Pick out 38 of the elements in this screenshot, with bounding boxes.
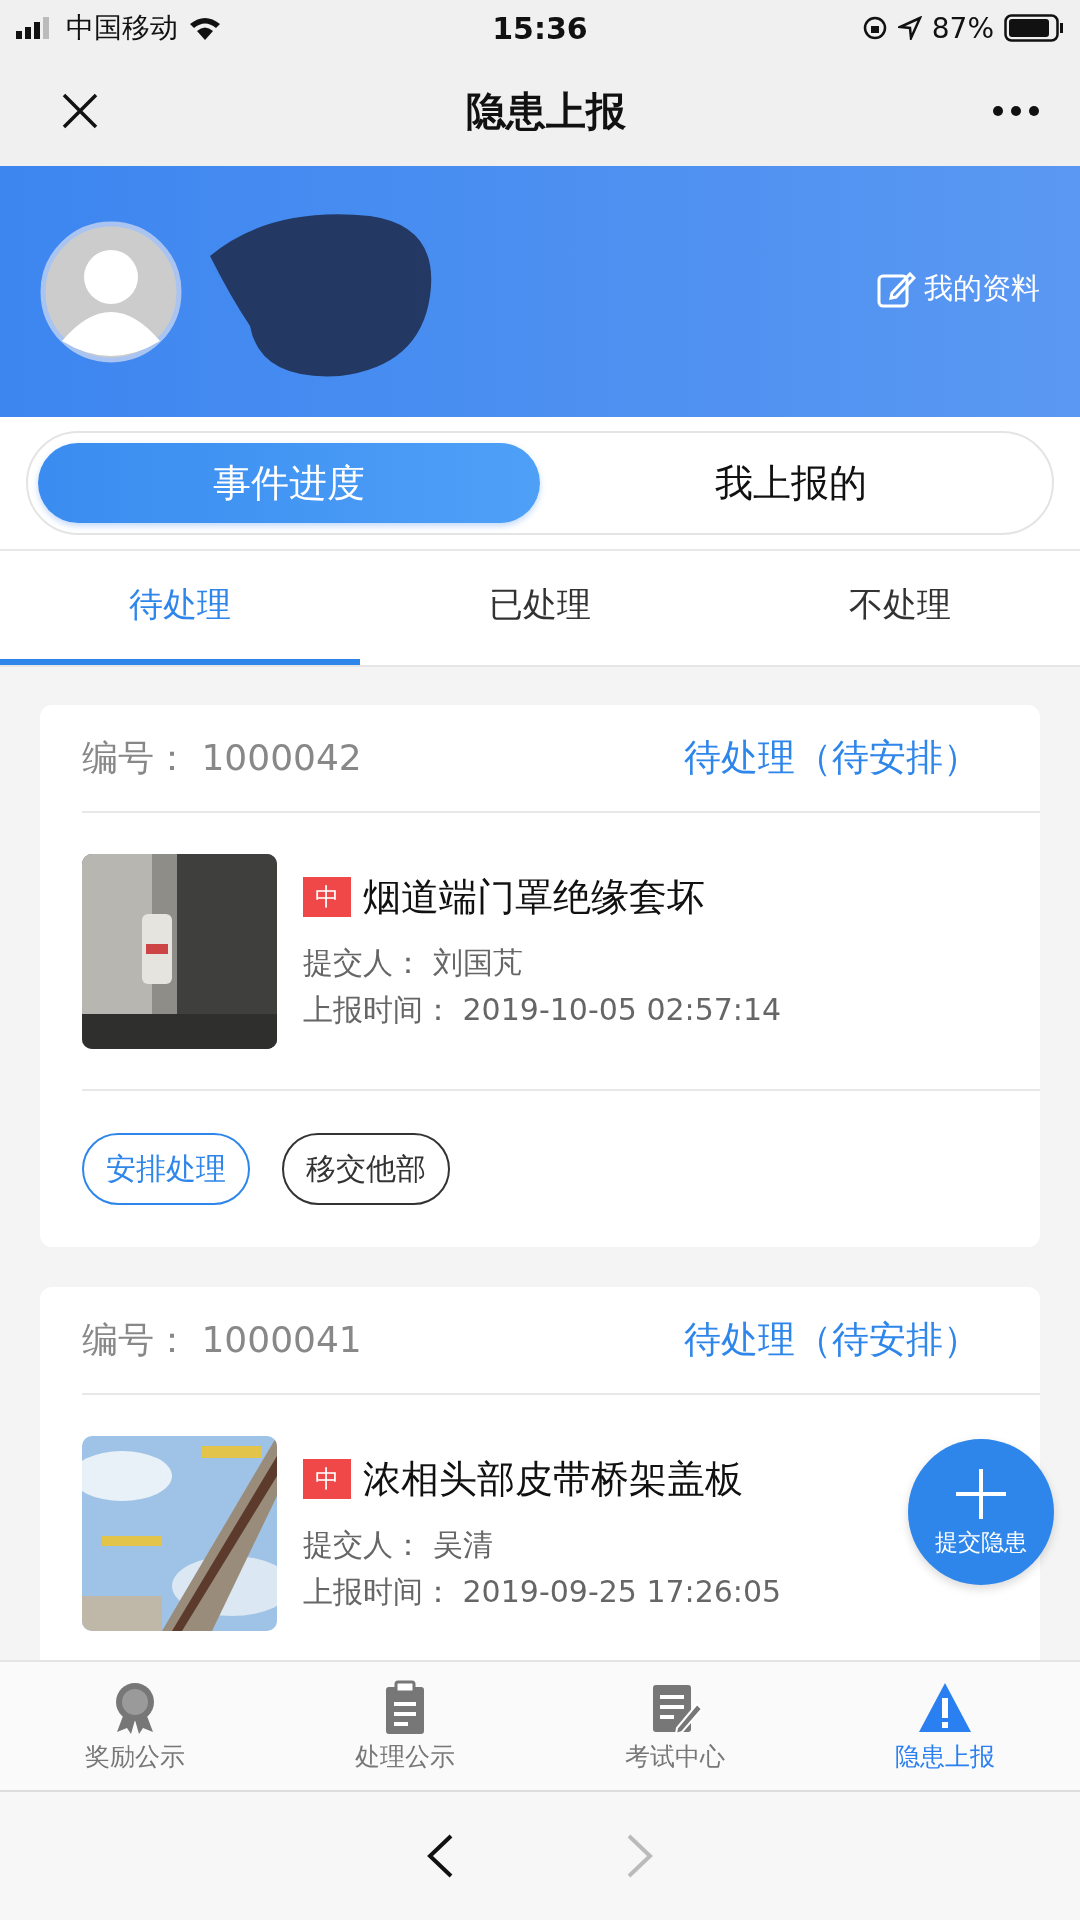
report-time: 上报时间： 2019-09-25 17:26:05 (303, 1572, 782, 1611)
report-status: 待处理（待安排） (684, 1317, 980, 1363)
severity-badge: 中 (303, 1459, 351, 1499)
severity-badge: 中 (303, 877, 351, 917)
report-number: 编号： 1000042 (82, 735, 362, 780)
my-profile-link[interactable]: 我的资料 (876, 269, 1040, 309)
bottom-nav-item[interactable]: 隐患上报 (810, 1662, 1080, 1790)
report-time: 上报时间： 2019-10-05 02:57:14 (303, 990, 782, 1029)
carrier-name: 中国移动 (66, 10, 178, 46)
status-tab[interactable]: 待处理 (0, 551, 360, 665)
page-title: 隐患上报 (466, 86, 626, 136)
bottom-nav-item[interactable]: 奖励公示 (0, 1662, 270, 1790)
back-button[interactable] (425, 1833, 455, 1879)
wifi-icon (188, 16, 222, 40)
report-status: 待处理（待安排） (684, 735, 980, 781)
status-tab[interactable]: 不处理 (720, 551, 1080, 665)
location-arrow-icon (897, 16, 922, 40)
battery-percent: 87% (931, 11, 994, 45)
bottom-nav-item[interactable]: 考试中心 (540, 1662, 810, 1790)
action-button[interactable]: 安排处理 (82, 1133, 250, 1205)
submitter-text: 提交人： 刘国芃 (303, 943, 524, 982)
action-button[interactable]: 移交他部 (282, 1133, 450, 1205)
rotation-lock-icon (861, 15, 888, 41)
battery-icon (1004, 14, 1064, 42)
plus-icon (954, 1466, 1008, 1521)
report-number: 编号： 1000041 (82, 1317, 362, 1362)
status-tab[interactable]: 已处理 (360, 551, 720, 665)
bottom-nav-item[interactable]: 处理公示 (270, 1662, 540, 1790)
clock-time: 15:36 (492, 10, 588, 46)
edit-icon (876, 269, 916, 309)
report-title: 浓相头部皮带桥架盖板 (363, 1455, 743, 1503)
segment-tab[interactable]: 我上报的 (540, 443, 1042, 523)
close-button[interactable] (60, 91, 100, 131)
report-title: 烟道端门罩绝缘套坏 (363, 873, 705, 921)
submitter-text: 提交人： 吴清 (303, 1525, 494, 1564)
avatar-icon (40, 220, 182, 363)
more-button[interactable] (992, 105, 1040, 117)
segment-tab[interactable]: 事件进度 (38, 443, 540, 523)
